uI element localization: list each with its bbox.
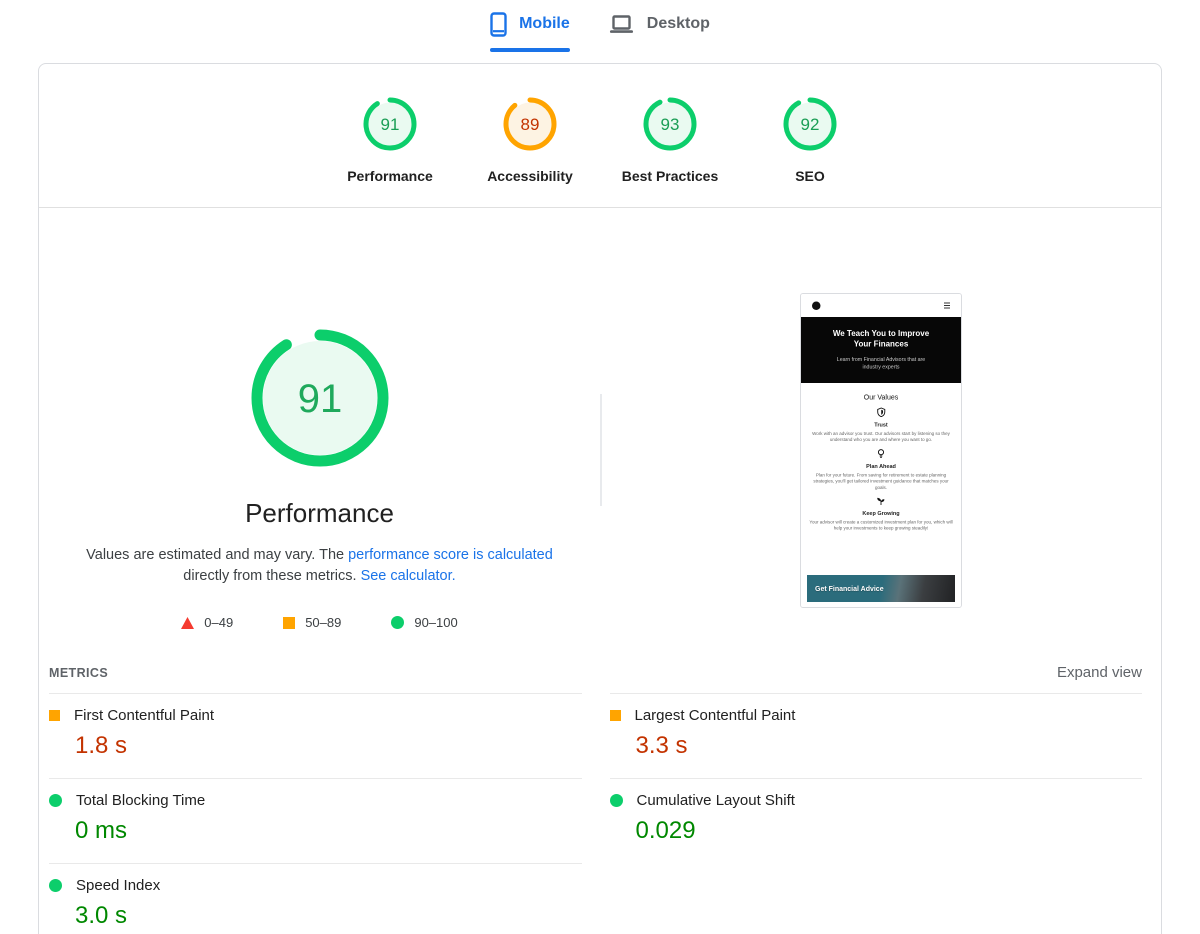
average-square-icon — [49, 710, 60, 721]
metric-row-speed-index: Speed Index 3.0 s — [49, 863, 582, 934]
performance-score-value: 91 — [297, 377, 342, 421]
legend-range: 0–49 — [204, 615, 233, 630]
preview-value-keep-growing: Keep Growing Your advisor will create a … — [801, 497, 961, 531]
score-calculation-link[interactable]: performance score is calculated — [348, 547, 553, 563]
performance-score-panel: 91 Performance Values are estimated and … — [39, 208, 600, 648]
preview-value-desc: Plan for your future. From saving for re… — [808, 472, 954, 490]
legend-item-pass: 90–100 — [391, 615, 457, 630]
gauge-label: SEO — [795, 168, 825, 184]
metric-name: Total Blocking Time — [76, 792, 205, 809]
lightbulb-icon — [877, 449, 884, 459]
metric-value: 0.029 — [636, 817, 1143, 845]
expand-view-button[interactable]: Expand view — [1057, 664, 1142, 681]
average-square-icon — [283, 617, 295, 629]
best-practices-gauge-svg: 93 — [642, 96, 698, 152]
preview-value-title: Plan Ahead — [801, 464, 961, 470]
legend-item-average: 50–89 — [283, 615, 341, 630]
score-legend: 0–49 50–89 90–100 — [181, 615, 457, 648]
metrics-column-left: First Contentful Paint 1.8 s Total Block… — [49, 693, 582, 934]
preview-value-title: Trust — [801, 422, 961, 428]
category-gauge-seo[interactable]: 92 SEO — [740, 96, 880, 184]
summary-divider — [600, 394, 602, 506]
preview-values-section: Our Values Trust Work with an advisor yo… — [801, 383, 961, 572]
mobile-icon — [490, 12, 507, 37]
gauge-score: 93 — [661, 115, 680, 134]
screenshot-panel: We Teach You to Improve Your Finances Le… — [600, 208, 1161, 648]
gauge-label: Accessibility — [487, 168, 573, 184]
metrics-section: METRICS Expand view First Contentful Pai… — [39, 648, 1161, 934]
legend-item-fail: 0–49 — [181, 615, 233, 630]
metric-value: 3.0 s — [75, 902, 582, 930]
metric-name: Largest Contentful Paint — [635, 707, 796, 724]
accessibility-gauge-svg: 89 — [502, 96, 558, 152]
fail-triangle-icon — [181, 617, 194, 629]
preview-value-desc: Work with an advisor you trust. Our advi… — [808, 431, 954, 443]
preview-value-plan-ahead: Plan Ahead Plan for your future. From sa… — [801, 449, 961, 490]
metrics-column-right: Largest Contentful Paint 3.3 s Cumulativ… — [610, 693, 1143, 863]
category-gauge-best-practices[interactable]: 93 Best Practices — [600, 96, 740, 184]
pass-circle-icon — [49, 794, 62, 807]
performance-summary-section: 91 Performance Values are estimated and … — [39, 207, 1161, 648]
category-gauge-performance[interactable]: 91 Performance — [320, 96, 460, 184]
preview-cta-banner: Get Financial Advice — [807, 575, 955, 602]
gauge-score: 91 — [381, 115, 400, 134]
metric-value: 3.3 s — [636, 732, 1143, 760]
average-square-icon — [610, 710, 621, 721]
metric-name: Speed Index — [76, 877, 160, 894]
preview-hero: We Teach You to Improve Your Finances Le… — [801, 317, 961, 383]
preview-section-title: Our Values — [801, 393, 961, 401]
performance-gauge-svg: 91 — [362, 96, 418, 152]
gauge-score: 92 — [801, 115, 820, 134]
metrics-header: METRICS Expand view — [49, 648, 1142, 693]
preview-value-trust: Trust Work with an advisor you trust. Ou… — [801, 408, 961, 443]
performance-score-gauge: 91 — [250, 328, 390, 468]
metric-name: Cumulative Layout Shift — [637, 792, 795, 809]
category-gauges-row: 91 Performance 89 Accessibility 93 Best … — [39, 64, 1161, 207]
preview-menu-icon — [944, 303, 950, 309]
gauge-label: Performance — [347, 168, 433, 184]
performance-title: Performance — [245, 498, 394, 529]
device-tabbar: Mobile Desktop — [0, 0, 1200, 52]
tab-mobile-label: Mobile — [519, 15, 570, 33]
sprout-icon — [876, 497, 885, 506]
metric-row-first-contentful-paint: First Contentful Paint 1.8 s — [49, 693, 582, 778]
gauge-label: Best Practices — [622, 168, 719, 184]
legend-range: 90–100 — [414, 615, 457, 630]
pass-circle-icon — [391, 616, 404, 629]
metric-value: 1.8 s — [75, 732, 582, 760]
preview-logo-icon — [812, 301, 821, 310]
preview-value-title: Keep Growing — [801, 510, 961, 516]
score-description-text: Values are estimated and may vary. The — [86, 547, 348, 563]
metric-row-cumulative-layout-shift: Cumulative Layout Shift 0.029 — [610, 778, 1143, 863]
preview-value-desc: Your advisor will create a customized in… — [808, 519, 954, 531]
seo-gauge-svg: 92 — [782, 96, 838, 152]
metric-name: First Contentful Paint — [74, 707, 214, 724]
legend-range: 50–89 — [305, 615, 341, 630]
metric-value: 0 ms — [75, 817, 582, 845]
shield-icon — [876, 408, 885, 418]
tab-desktop-label: Desktop — [647, 15, 710, 33]
gauge-score: 89 — [521, 115, 540, 134]
metrics-heading: METRICS — [49, 666, 108, 680]
metrics-columns: First Contentful Paint 1.8 s Total Block… — [49, 693, 1142, 934]
category-gauge-accessibility[interactable]: 89 Accessibility — [460, 96, 600, 184]
page-screenshot-preview: We Teach You to Improve Your Finances Le… — [800, 293, 962, 608]
tab-desktop[interactable]: Desktop — [608, 8, 710, 52]
tab-mobile[interactable]: Mobile — [490, 8, 570, 52]
preview-cta-label: Get Financial Advice — [815, 585, 884, 593]
metric-row-total-blocking-time: Total Blocking Time 0 ms — [49, 778, 582, 863]
score-description: Values are estimated and may vary. The p… — [70, 545, 570, 587]
report-card: 91 Performance 89 Accessibility 93 Best … — [38, 63, 1162, 934]
active-tab-underline — [490, 48, 570, 52]
see-calculator-link[interactable]: See calculator. — [361, 568, 456, 584]
metric-row-largest-contentful-paint: Largest Contentful Paint 3.3 s — [610, 693, 1143, 778]
desktop-icon — [608, 13, 635, 35]
preview-hero-subtitle: Learn from Financial Advisors that are i… — [833, 356, 928, 371]
pass-circle-icon — [610, 794, 623, 807]
score-description-text: directly from these metrics. — [183, 568, 360, 584]
preview-header — [801, 294, 961, 317]
preview-hero-title: We Teach You to Improve Your Finances — [826, 329, 936, 350]
pass-circle-icon — [49, 879, 62, 892]
